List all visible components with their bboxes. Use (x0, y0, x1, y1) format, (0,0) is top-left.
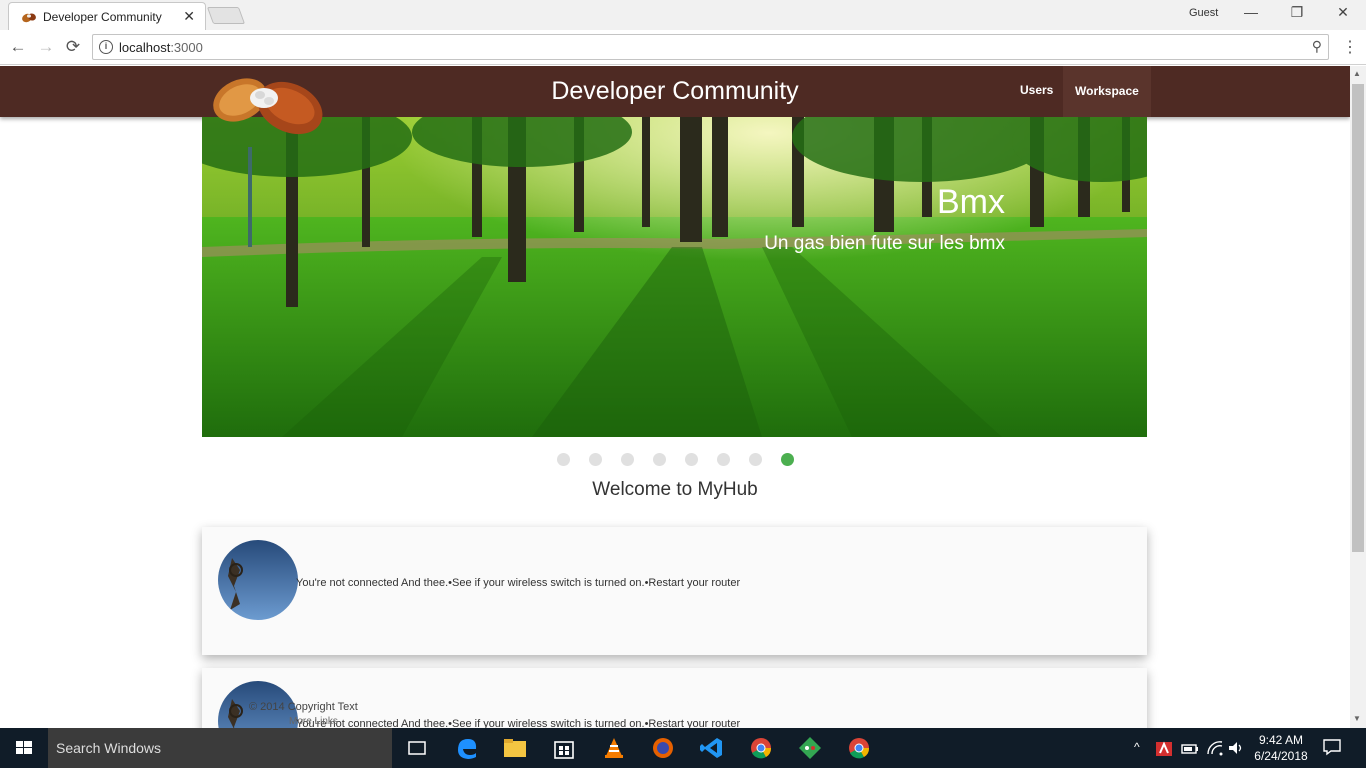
chrome-guest-icon[interactable] (846, 736, 872, 760)
app-header: Developer Community Users Workspace (0, 66, 1350, 117)
slide-title: Bmx (937, 183, 1005, 221)
post-card[interactable]: You're not connected And thee.•See if yo… (202, 668, 1147, 728)
wifi-icon[interactable] (1205, 736, 1225, 760)
git-kraken-icon[interactable] (797, 736, 823, 760)
scrollbar-thumb[interactable] (1352, 84, 1364, 552)
post-card[interactable]: You're not connected And thee.•See if yo… (202, 527, 1147, 655)
new-tab-button[interactable] (206, 7, 246, 24)
chrome-icon[interactable] (748, 736, 774, 760)
carousel-dot[interactable] (716, 453, 730, 466)
minimize-icon[interactable]: — (1241, 4, 1261, 20)
tab-title: Developer Community (43, 10, 162, 24)
page-scrollbar[interactable]: ▲ ▼ (1350, 66, 1366, 728)
carousel-dot[interactable] (652, 453, 666, 466)
tray-expand-icon[interactable]: ^ (1134, 740, 1140, 754)
carousel-dot[interactable] (684, 453, 698, 466)
profile-label[interactable]: Guest (1189, 7, 1218, 19)
avatar[interactable] (218, 540, 298, 620)
nav-users[interactable]: Users (1020, 83, 1053, 97)
address-bar[interactable]: i localhost:3000 ⚲ (92, 34, 1329, 60)
store-icon[interactable] (551, 736, 577, 760)
antivirus-icon[interactable] (1154, 736, 1174, 760)
browser-toolbar: ← → ⟳ i localhost:3000 ⚲ ⋮ (0, 30, 1366, 65)
nav-workspace[interactable]: Workspace (1063, 66, 1151, 117)
file-explorer-icon[interactable] (502, 736, 528, 760)
windows-taskbar: Search Windows ^ 9:42 AM 6/24/2018 (0, 728, 1366, 768)
browser-tabstrip: Developer Community ✕ Guest — ❐ ✕ (0, 0, 1366, 30)
clock-date: 6/24/2018 (1254, 749, 1308, 763)
page-viewport: Developer Community Users Workspace Bmx … (0, 66, 1350, 728)
cocoa-logo-icon[interactable] (206, 68, 326, 144)
scroll-down-icon[interactable]: ▼ (1353, 714, 1361, 723)
vscode-icon[interactable] (699, 736, 725, 760)
cocoa-favicon-icon (22, 13, 36, 23)
carousel-dot[interactable] (588, 453, 602, 466)
carousel-dot[interactable] (620, 453, 634, 466)
bmx-rider-image (218, 540, 298, 620)
zoom-icon[interactable]: ⚲ (1312, 38, 1322, 55)
footer-copyright: © 2014 Copyright Text (249, 701, 358, 713)
park-slide-image (202, 117, 1147, 437)
footer-links[interactable]: More Links (289, 716, 338, 727)
browser-tab[interactable]: Developer Community ✕ (8, 2, 206, 30)
vlc-icon[interactable] (601, 736, 627, 760)
battery-icon[interactable] (1180, 736, 1200, 760)
firefox-icon[interactable] (650, 736, 676, 760)
volume-icon[interactable] (1226, 736, 1246, 760)
slide-subtitle: Un gas bien fute sur les bmx (764, 233, 1005, 254)
carousel-indicators (0, 453, 1350, 466)
taskbar-search[interactable]: Search Windows (48, 728, 392, 768)
site-info-icon[interactable]: i (99, 40, 113, 54)
edge-icon[interactable] (454, 736, 480, 760)
reload-icon[interactable]: ⟳ (63, 37, 83, 57)
forward-icon[interactable]: → (36, 37, 56, 57)
browser-menu-icon[interactable]: ⋮ (1342, 37, 1358, 57)
restore-icon[interactable]: ❐ (1287, 4, 1307, 21)
post-message: You're not connected And thee.•See if yo… (296, 577, 741, 589)
carousel-dot[interactable] (748, 453, 762, 466)
carousel-dot-active[interactable] (780, 453, 794, 466)
windows-start-icon[interactable] (0, 728, 48, 768)
task-view-icon[interactable] (404, 736, 430, 760)
clock-time: 9:42 AM (1258, 733, 1304, 747)
window-close-icon[interactable]: ✕ (1333, 4, 1353, 21)
scroll-up-icon[interactable]: ▲ (1353, 69, 1361, 78)
url-host: localhost (119, 40, 171, 55)
post-message: You're not connected And thee.•See if yo… (296, 718, 741, 728)
url-port: :3000 (170, 40, 203, 55)
search-placeholder: Search Windows (56, 740, 162, 756)
taskbar-clock[interactable]: 9:42 AM 6/24/2018 (1248, 732, 1314, 764)
url-text: localhost:3000 (119, 40, 203, 55)
action-center-icon[interactable] (1322, 738, 1342, 756)
carousel-dot[interactable] (556, 453, 570, 466)
welcome-heading: Welcome to MyHub (592, 479, 758, 500)
tab-close-icon[interactable]: ✕ (183, 8, 195, 25)
hero-carousel[interactable]: Bmx Un gas bien fute sur les bmx (202, 117, 1147, 437)
back-icon[interactable]: ← (8, 37, 28, 57)
